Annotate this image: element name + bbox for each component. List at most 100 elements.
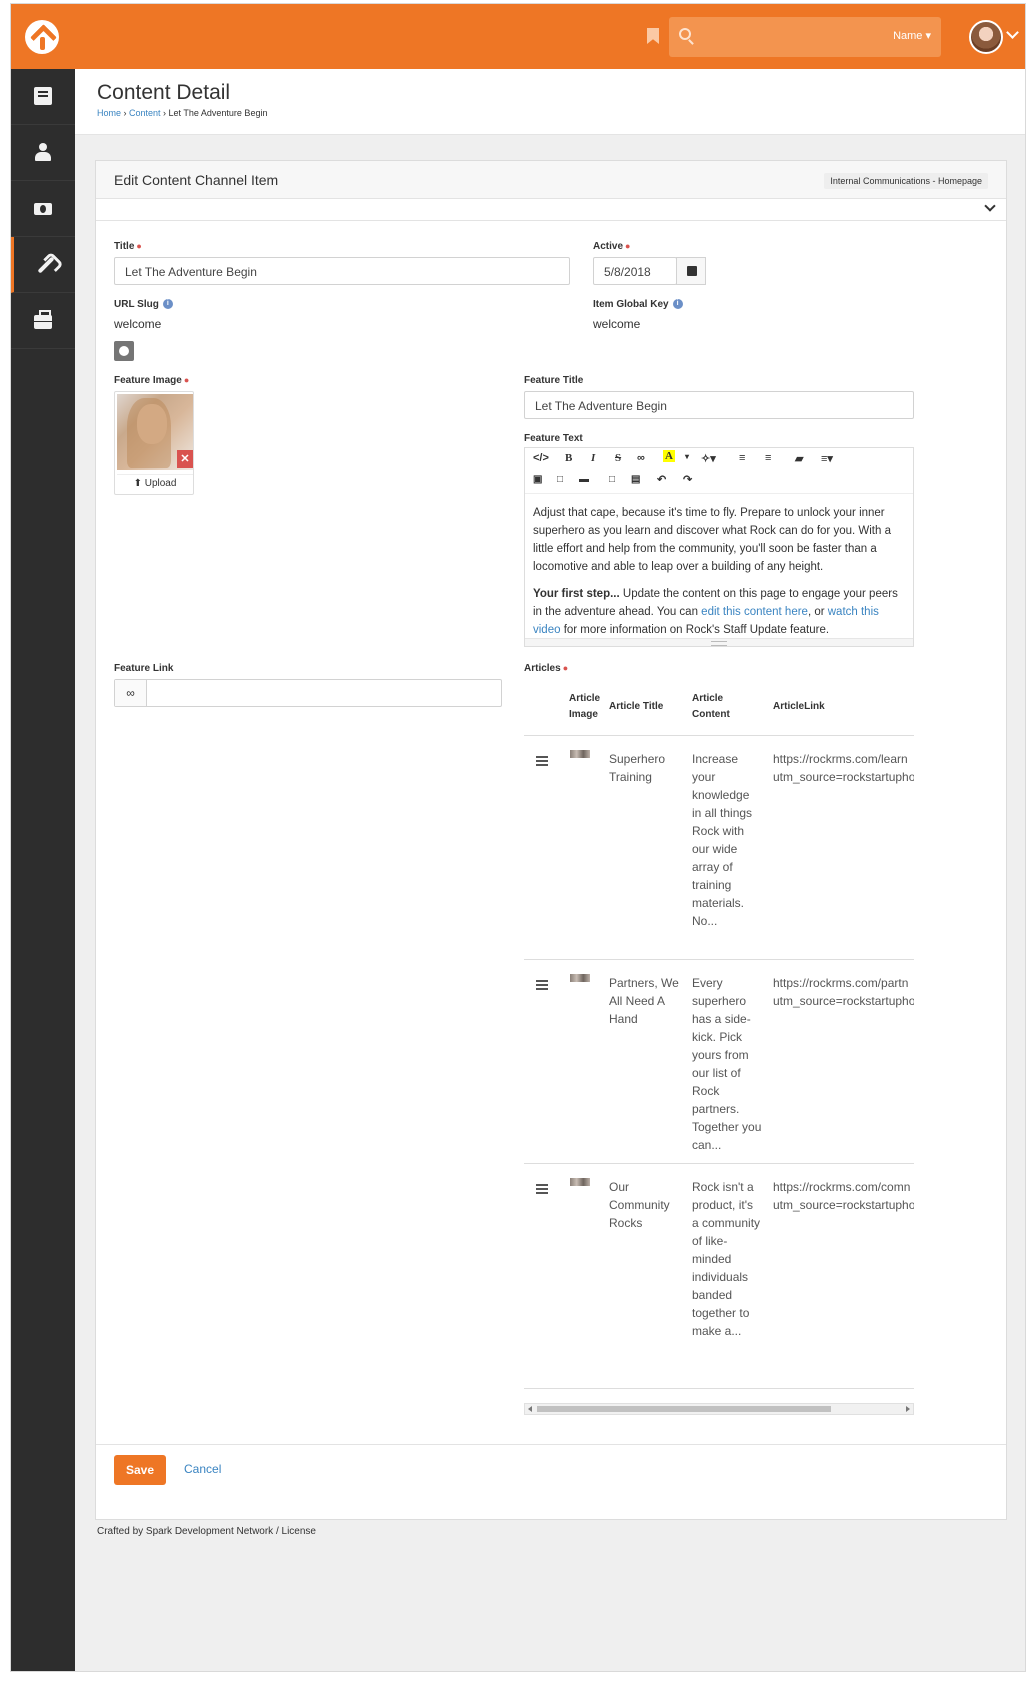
page-header: Content Detail Home › Content › Let The …	[75, 69, 1025, 135]
sidebar	[11, 69, 75, 1671]
save-button[interactable]: Save	[114, 1455, 166, 1485]
col-header-article-title[interactable]: Article Title	[609, 699, 663, 715]
undo-icon[interactable]: ↶	[657, 473, 666, 486]
title-input[interactable]: Let The Adventure Begin	[114, 257, 570, 285]
bold-icon[interactable]: B	[565, 452, 572, 464]
feature-text-paragraph-1: Adjust that cape, because it's time to f…	[533, 507, 891, 573]
drag-handle-icon[interactable]	[536, 980, 548, 990]
color-dropdown-icon[interactable]: ▾	[685, 452, 689, 461]
url-slug-value: welcome	[114, 317, 162, 331]
link-icon[interactable]: ∞	[637, 452, 645, 464]
table-row[interactable]: Partners, We All Need A Hand Every super…	[524, 959, 914, 1163]
panel-title: Edit Content Channel Item	[114, 172, 279, 188]
chevron-down-icon[interactable]	[1006, 26, 1019, 39]
eraser-icon[interactable]: ▰	[795, 452, 803, 465]
add-slug-button[interactable]	[114, 341, 134, 361]
search-icon	[679, 28, 691, 40]
feature-link-input[interactable]	[149, 682, 497, 704]
paste-text-icon[interactable]: ▤	[631, 474, 640, 485]
article-title: Partners, We All Need A Hand	[609, 976, 679, 1026]
articles-label: Articles ●	[524, 663, 569, 674]
app-frame: Name ▾ Content Detail Home › Content › L…	[10, 3, 1026, 1672]
align-dropdown-icon[interactable]: ≡▾	[821, 452, 833, 465]
sidebar-item-content[interactable]	[11, 69, 75, 125]
title-label: Title ●	[114, 241, 142, 252]
italic-icon[interactable]: I	[591, 452, 595, 464]
editor-toolbar: </> B I S ∞ A ▾ ✧▾ ≡ ≡ ▰ ≡▾ ▣ □ ▬ □ ▤ ↶ …	[525, 448, 913, 494]
edit-panel: Edit Content Channel Item Internal Commu…	[95, 160, 1007, 1520]
panel-heading: Edit Content Channel Item Internal Commu…	[96, 161, 1006, 199]
drag-handle-icon[interactable]	[536, 756, 548, 766]
highlight-color-icon[interactable]: A	[663, 450, 675, 462]
sidebar-item-people[interactable]	[11, 125, 75, 181]
col-header-article-link[interactable]: ArticleLink	[773, 699, 825, 715]
table-row[interactable]: Our Community Rocks Rock isn't a product…	[524, 1163, 914, 1389]
article-content: Rock isn't a product, it's a community o…	[692, 1180, 761, 1338]
drag-handle-icon[interactable]	[536, 1184, 548, 1194]
panel-drawer-toggle[interactable]	[96, 199, 1006, 221]
feature-title-input[interactable]: Let The Adventure Begin	[524, 391, 914, 419]
article-image-thumbnail	[570, 1178, 590, 1186]
ordered-list-icon[interactable]: ≡	[739, 452, 745, 464]
article-link: https://rockrms.com/comn	[773, 1180, 911, 1194]
chevron-down-icon[interactable]	[984, 200, 996, 212]
scrollbar-thumb[interactable]	[537, 1406, 831, 1412]
feature-text-label: Feature Text	[524, 433, 583, 444]
rock-logo-icon[interactable]	[25, 20, 59, 54]
bookmark-icon[interactable]	[647, 28, 659, 44]
feature-link-input-group: ∞	[114, 679, 502, 707]
breadcrumb-home[interactable]: Home	[97, 108, 121, 118]
image-icon[interactable]: ▣	[533, 474, 542, 485]
active-date-input[interactable]: 5/8/2018	[593, 257, 677, 285]
book-icon	[34, 87, 52, 105]
paste-icon[interactable]: □	[609, 474, 615, 485]
editor-resize-handle[interactable]	[525, 638, 913, 646]
folder-icon[interactable]: ▬	[579, 474, 589, 485]
article-link: https://rockrms.com/partn	[773, 976, 909, 990]
info-icon[interactable]: i	[162, 299, 173, 310]
articles-horizontal-scrollbar[interactable]	[524, 1403, 914, 1415]
info-icon[interactable]: i	[672, 299, 683, 310]
feature-text-editor[interactable]: </> B I S ∞ A ▾ ✧▾ ≡ ≡ ▰ ≡▾ ▣ □ ▬ □ ▤ ↶ …	[524, 447, 914, 647]
search-input[interactable]	[701, 25, 851, 49]
code-view-icon[interactable]: </>	[533, 452, 549, 464]
article-title: Superhero Training	[609, 752, 666, 784]
unordered-list-icon[interactable]: ≡	[765, 452, 771, 464]
edit-content-link[interactable]: edit this content here	[701, 606, 808, 618]
article-content: Every superhero has a side-kick. Pick yo…	[692, 976, 762, 1152]
sidebar-item-settings[interactable]	[11, 293, 75, 349]
feature-image-label: Feature Image ●	[114, 375, 190, 386]
strikethrough-icon[interactable]: S	[615, 452, 621, 464]
money-icon	[34, 203, 52, 215]
scroll-right-icon[interactable]	[906, 1406, 910, 1412]
breadcrumb-content[interactable]: Content	[129, 108, 161, 118]
scroll-left-icon[interactable]	[528, 1406, 532, 1412]
feature-link-label: Feature Link	[114, 663, 174, 674]
editor-content[interactable]: Adjust that cape, because it's time to f…	[525, 494, 913, 658]
sidebar-item-finance[interactable]	[11, 181, 75, 237]
redo-icon[interactable]: ↷	[683, 473, 692, 486]
col-header-article-image[interactable]: Article Image	[569, 691, 609, 723]
cancel-button[interactable]: Cancel	[184, 1462, 221, 1476]
channel-label: Internal Communications - Homepage	[824, 173, 988, 189]
remove-image-button[interactable]: ✕	[177, 450, 193, 468]
table-row[interactable]: Superhero Training Increase your knowled…	[524, 735, 914, 959]
avatar[interactable]	[969, 20, 1003, 54]
document-icon[interactable]: □	[557, 474, 563, 485]
article-link-params: utm_source=rockstartupho	[773, 994, 914, 1008]
article-title: Our Community Rocks	[609, 1180, 670, 1230]
article-content: Increase your knowledge in all things Ro…	[692, 752, 753, 928]
calendar-icon[interactable]	[676, 257, 706, 285]
col-header-article-content[interactable]: Article Content	[692, 691, 732, 723]
articles-grid: Article Image Article Title Article Cont…	[524, 681, 914, 1413]
breadcrumb: Home › Content › Let The Adventure Begin	[97, 108, 268, 118]
upload-label: Upload	[144, 478, 177, 489]
article-image-thumbnail	[570, 750, 590, 758]
article-image-thumbnail	[570, 974, 590, 982]
first-step-bold: Your first step...	[533, 588, 620, 600]
magic-wand-icon[interactable]: ✧▾	[701, 452, 716, 465]
search-filter-dropdown[interactable]: Name ▾	[893, 29, 931, 42]
sidebar-item-admin-tools[interactable]	[11, 237, 75, 293]
article-link: https://rockrms.com/learn	[773, 752, 908, 766]
upload-button[interactable]: ⬆ Upload	[117, 474, 193, 492]
